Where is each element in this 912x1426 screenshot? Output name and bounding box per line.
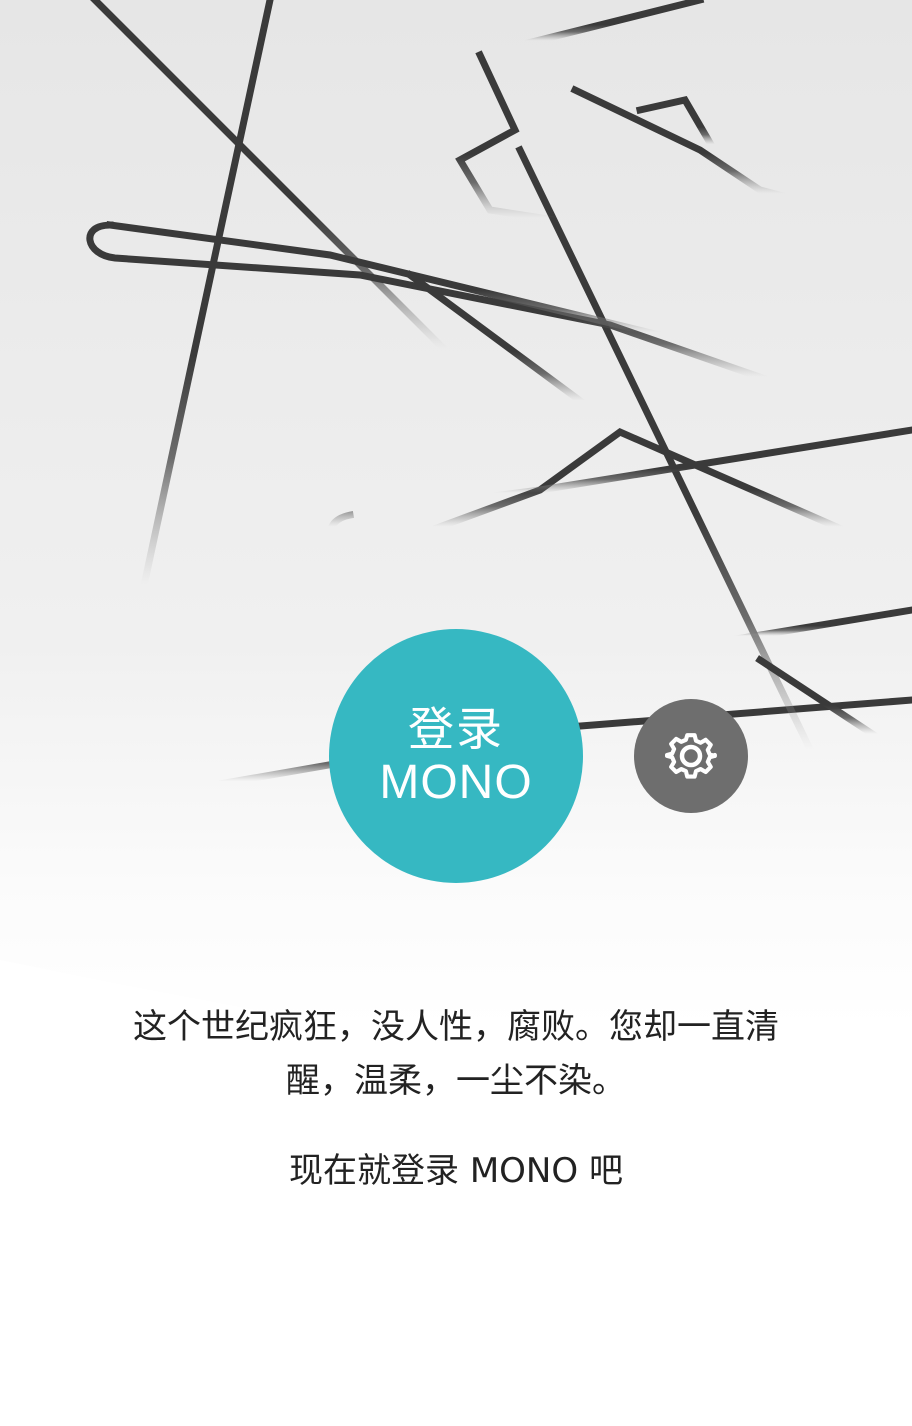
- login-button-label-mono: MONO: [379, 756, 533, 809]
- login-button[interactable]: 登录 MONO: [329, 629, 583, 883]
- login-button-label-cn: 登录: [408, 702, 504, 756]
- login-prompt-text: 现在就登录 MONO 吧: [289, 1151, 623, 1191]
- login-screen: 登录 MONO 这个世纪疯狂，没人性，腐败。您却一直清醒，温柔，一尘不染。 现在…: [0, 0, 912, 1426]
- gear-icon: [665, 733, 717, 779]
- settings-button[interactable]: [634, 699, 748, 813]
- tagline-text: 这个世纪疯狂，没人性，腐败。您却一直清醒，温柔，一尘不染。: [133, 1007, 779, 1101]
